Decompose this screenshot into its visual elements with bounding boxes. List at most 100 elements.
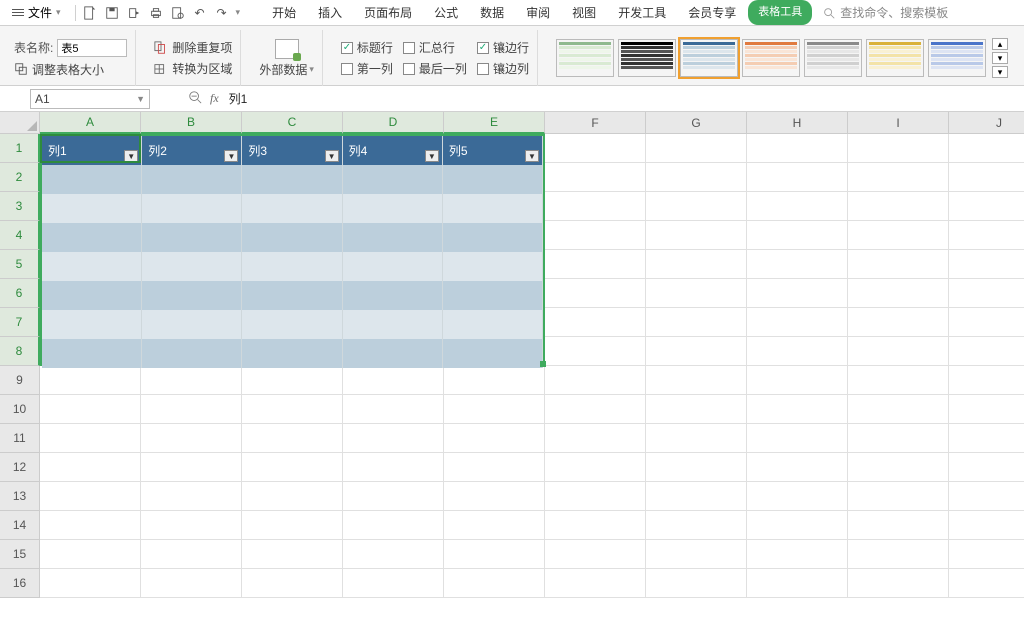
cell[interactable]	[40, 482, 141, 511]
table-cell[interactable]	[443, 194, 543, 223]
cell[interactable]	[141, 453, 242, 482]
option-total-row[interactable]: 汇总行	[403, 39, 467, 56]
table-cell[interactable]	[142, 252, 242, 281]
cell[interactable]	[848, 569, 949, 598]
cell[interactable]	[747, 482, 848, 511]
row-header-3[interactable]: 3	[0, 192, 40, 221]
convert-range-button[interactable]: 转换为区域	[154, 60, 232, 77]
col-header-A[interactable]: A	[40, 112, 141, 134]
worksheet-grid[interactable]: ABCDEFGHIJ 12345678910111213141516 列1▼列2…	[0, 112, 1024, 624]
cell[interactable]	[848, 424, 949, 453]
table-header-5[interactable]: 列5▼	[443, 136, 543, 165]
cell[interactable]	[343, 540, 444, 569]
cell[interactable]	[40, 395, 141, 424]
cell[interactable]	[747, 511, 848, 540]
col-header-D[interactable]: D	[343, 112, 444, 134]
cell[interactable]	[747, 337, 848, 366]
cell[interactable]	[40, 424, 141, 453]
table-cell[interactable]	[142, 194, 242, 223]
cell[interactable]	[848, 221, 949, 250]
cell[interactable]	[40, 366, 141, 395]
row-header-15[interactable]: 15	[0, 540, 40, 569]
cell[interactable]	[343, 395, 444, 424]
row-header-6[interactable]: 6	[0, 279, 40, 308]
styles-scroll-down[interactable]: ▾	[992, 52, 1008, 64]
search-box[interactable]: 查找命令、搜索模板	[822, 4, 948, 21]
cell[interactable]	[343, 424, 444, 453]
zoom-out-icon[interactable]	[188, 90, 202, 107]
cell[interactable]	[444, 569, 545, 598]
table-cell[interactable]	[142, 310, 242, 339]
table-cell[interactable]	[343, 339, 443, 368]
row-header-12[interactable]: 12	[0, 453, 40, 482]
cell[interactable]	[747, 395, 848, 424]
cell[interactable]	[343, 366, 444, 395]
cell[interactable]	[545, 511, 646, 540]
cell[interactable]	[646, 221, 747, 250]
cell[interactable]	[242, 540, 343, 569]
table-cell[interactable]	[42, 252, 142, 281]
table-cell[interactable]	[42, 194, 142, 223]
table-cell[interactable]	[443, 165, 543, 194]
cell[interactable]	[545, 192, 646, 221]
cell[interactable]	[747, 424, 848, 453]
qat-more-icon[interactable]: ▾	[236, 7, 241, 18]
cell[interactable]	[242, 569, 343, 598]
cell[interactable]	[646, 540, 747, 569]
cell[interactable]	[141, 424, 242, 453]
styles-scroll-up[interactable]: ▴	[992, 38, 1008, 50]
name-box[interactable]: A1 ▼	[30, 89, 150, 109]
cell[interactable]	[646, 308, 747, 337]
row-header-7[interactable]: 7	[0, 308, 40, 337]
cell[interactable]	[848, 482, 949, 511]
cell[interactable]	[242, 482, 343, 511]
cell[interactable]	[444, 424, 545, 453]
cell[interactable]	[848, 366, 949, 395]
cell[interactable]	[949, 569, 1024, 598]
cell[interactable]	[848, 308, 949, 337]
cell[interactable]	[747, 308, 848, 337]
cell[interactable]	[141, 569, 242, 598]
cell[interactable]	[646, 134, 747, 163]
cell[interactable]	[747, 366, 848, 395]
cell[interactable]	[444, 395, 545, 424]
tab-table-tools[interactable]: 表格工具	[748, 0, 812, 25]
col-header-J[interactable]: J	[949, 112, 1024, 134]
cell[interactable]	[343, 453, 444, 482]
print-preview-icon[interactable]	[170, 5, 186, 21]
cell[interactable]	[848, 337, 949, 366]
option-banded-cols[interactable]: 镶边列	[477, 60, 529, 77]
cell[interactable]	[848, 279, 949, 308]
save-icon[interactable]	[104, 5, 120, 21]
remove-duplicates-button[interactable]: 删除重复项	[154, 39, 232, 56]
table-object[interactable]: 列1▼列2▼列3▼列4▼列5▼	[40, 134, 545, 366]
row-header-8[interactable]: 8	[0, 337, 40, 366]
cell[interactable]	[545, 337, 646, 366]
col-header-B[interactable]: B	[141, 112, 242, 134]
row-header-4[interactable]: 4	[0, 221, 40, 250]
table-header-1[interactable]: 列1▼	[42, 136, 142, 165]
cell[interactable]	[545, 395, 646, 424]
table-style-0[interactable]	[556, 39, 614, 77]
cell[interactable]	[242, 366, 343, 395]
cell[interactable]	[343, 482, 444, 511]
cell[interactable]	[545, 279, 646, 308]
cell[interactable]	[646, 279, 747, 308]
cell[interactable]	[444, 511, 545, 540]
table-cell[interactable]	[343, 223, 443, 252]
cell[interactable]	[848, 163, 949, 192]
table-cell[interactable]	[242, 339, 342, 368]
cell[interactable]	[747, 221, 848, 250]
select-all-button[interactable]	[0, 112, 40, 134]
cell[interactable]	[646, 395, 747, 424]
cell[interactable]	[848, 453, 949, 482]
table-cell[interactable]	[343, 165, 443, 194]
cell[interactable]	[343, 569, 444, 598]
table-cell[interactable]	[443, 310, 543, 339]
cell[interactable]	[545, 453, 646, 482]
cell[interactable]	[545, 424, 646, 453]
cell[interactable]	[848, 134, 949, 163]
cell[interactable]	[646, 163, 747, 192]
row-header-10[interactable]: 10	[0, 395, 40, 424]
table-style-2[interactable]	[680, 39, 738, 77]
